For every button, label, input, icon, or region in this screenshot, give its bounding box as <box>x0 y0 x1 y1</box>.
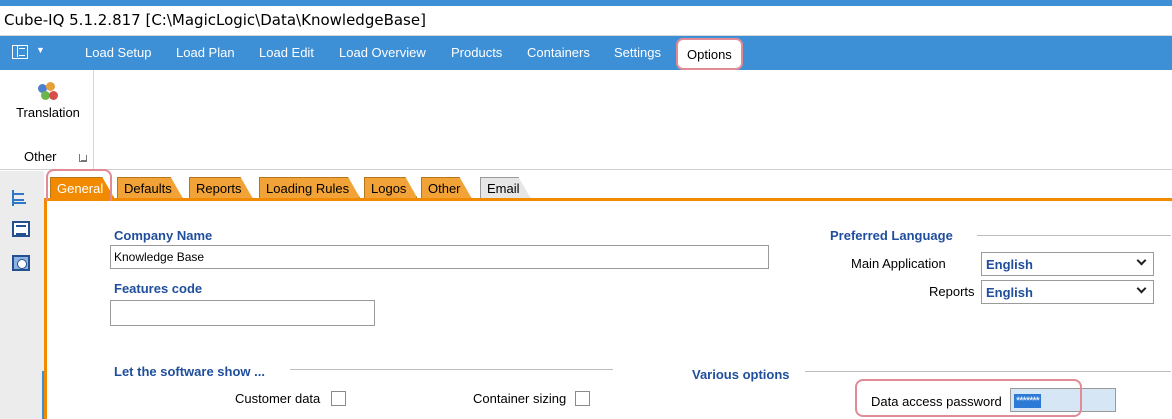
chevron-down-icon <box>1136 283 1147 294</box>
features-code-input[interactable] <box>110 300 375 326</box>
translation-label: Translation <box>16 105 80 120</box>
tab-reports[interactable]: Reports <box>189 177 253 198</box>
data-access-password-input[interactable]: ******* <box>1010 388 1116 412</box>
list-view-icon[interactable] <box>12 221 30 237</box>
dialog-launcher-icon[interactable] <box>79 154 87 162</box>
menu-load-edit[interactable]: Load Edit <box>259 45 314 60</box>
customer-data-checkbox[interactable] <box>331 391 346 406</box>
general-settings-panel: Company Name Knowledge Base Features cod… <box>44 201 1172 419</box>
main-application-select[interactable]: English <box>981 252 1154 276</box>
various-options-rule <box>805 371 1171 372</box>
title-bar: Cube-IQ 5.1.2.817 [C:\MagicLogic\Data\Kn… <box>0 0 1172 36</box>
caret-down-icon: ▼ <box>36 45 45 55</box>
tab-other[interactable]: Other <box>421 177 472 198</box>
image-view-icon[interactable] <box>12 255 30 271</box>
options-tab-strip: General Defaults Reports Loading Rules L… <box>44 171 1172 199</box>
company-name-input[interactable]: Knowledge Base <box>110 245 769 269</box>
people-group-icon <box>37 82 59 102</box>
ribbon-menu-bar: ▼ Load Setup Load Plan Load Edit Load Ov… <box>0 36 1172 70</box>
main-application-label: Main Application <box>851 256 946 271</box>
customer-data-label: Customer data <box>235 391 321 406</box>
let-software-show-label: Let the software show ... <box>114 364 265 379</box>
menu-load-plan[interactable]: Load Plan <box>176 45 235 60</box>
tab-loading-rules[interactable]: Loading Rules <box>259 177 360 198</box>
tab-general[interactable]: General <box>50 177 114 198</box>
container-sizing-label: Container sizing <box>473 391 567 406</box>
reports-language-value: English <box>986 285 1033 300</box>
menu-products[interactable]: Products <box>451 45 502 60</box>
preferred-language-label: Preferred Language <box>830 228 953 243</box>
ribbon-group-label: Other <box>24 149 57 164</box>
reports-language-label: Reports <box>929 284 975 299</box>
ribbon-group-other: Translation Other <box>0 70 94 170</box>
data-access-password-label: Data access password <box>871 394 1002 409</box>
container-sizing-checkbox[interactable] <box>575 391 590 406</box>
side-toolbar <box>0 171 44 419</box>
menu-settings[interactable]: Settings <box>614 45 661 60</box>
menu-load-setup[interactable]: Load Setup <box>85 45 152 60</box>
translation-button[interactable]: Translation <box>10 82 86 128</box>
menu-containers[interactable]: Containers <box>527 45 590 60</box>
features-code-label: Features code <box>114 281 203 296</box>
main-application-value: English <box>986 257 1033 272</box>
tab-defaults[interactable]: Defaults <box>117 177 183 198</box>
app-window: Cube-IQ 5.1.2.817 [C:\MagicLogic\Data\Kn… <box>0 0 1172 419</box>
menu-options[interactable]: Options <box>676 38 743 70</box>
application-menu-button[interactable]: ▼ <box>8 43 54 63</box>
menu-load-overview[interactable]: Load Overview <box>339 45 426 60</box>
ribbon-panel: Translation Other <box>0 70 1172 170</box>
various-options-label: Various options <box>692 367 790 382</box>
data-access-password-value: ******* <box>1014 394 1041 408</box>
panel-layout-icon <box>12 45 28 59</box>
chevron-down-icon <box>1136 255 1147 266</box>
show-section-rule <box>290 369 613 370</box>
reports-language-select[interactable]: English <box>981 280 1154 304</box>
tree-view-icon[interactable] <box>12 190 30 206</box>
tab-logos[interactable]: Logos <box>364 177 417 198</box>
company-name-label: Company Name <box>114 228 213 243</box>
preferred-language-rule <box>977 235 1171 236</box>
window-title: Cube-IQ 5.1.2.817 [C:\MagicLogic\Data\Kn… <box>4 11 426 29</box>
tab-email[interactable]: Email <box>480 177 531 198</box>
